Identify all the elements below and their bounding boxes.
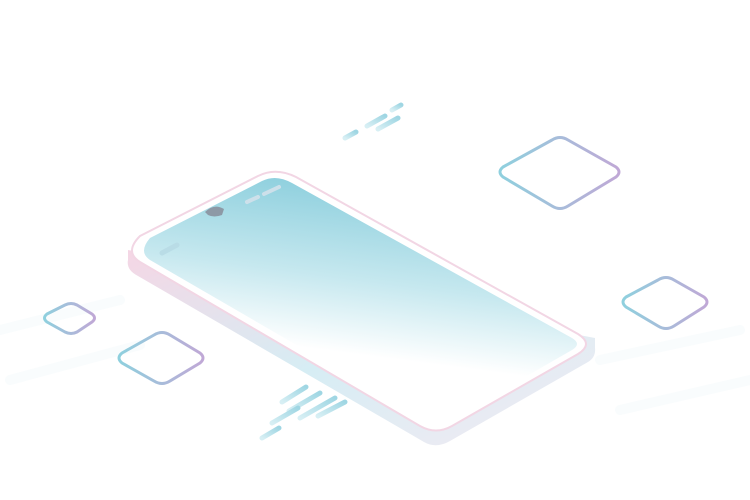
diamond-outline-icon	[117, 331, 205, 385]
motion-lines-icon	[259, 384, 348, 441]
diamond-outline-icon	[498, 136, 621, 210]
phone-illustration	[0, 102, 750, 446]
smartphone	[127, 170, 596, 446]
motion-lines-icon	[342, 102, 404, 141]
diamond-outline-icon	[621, 276, 709, 330]
